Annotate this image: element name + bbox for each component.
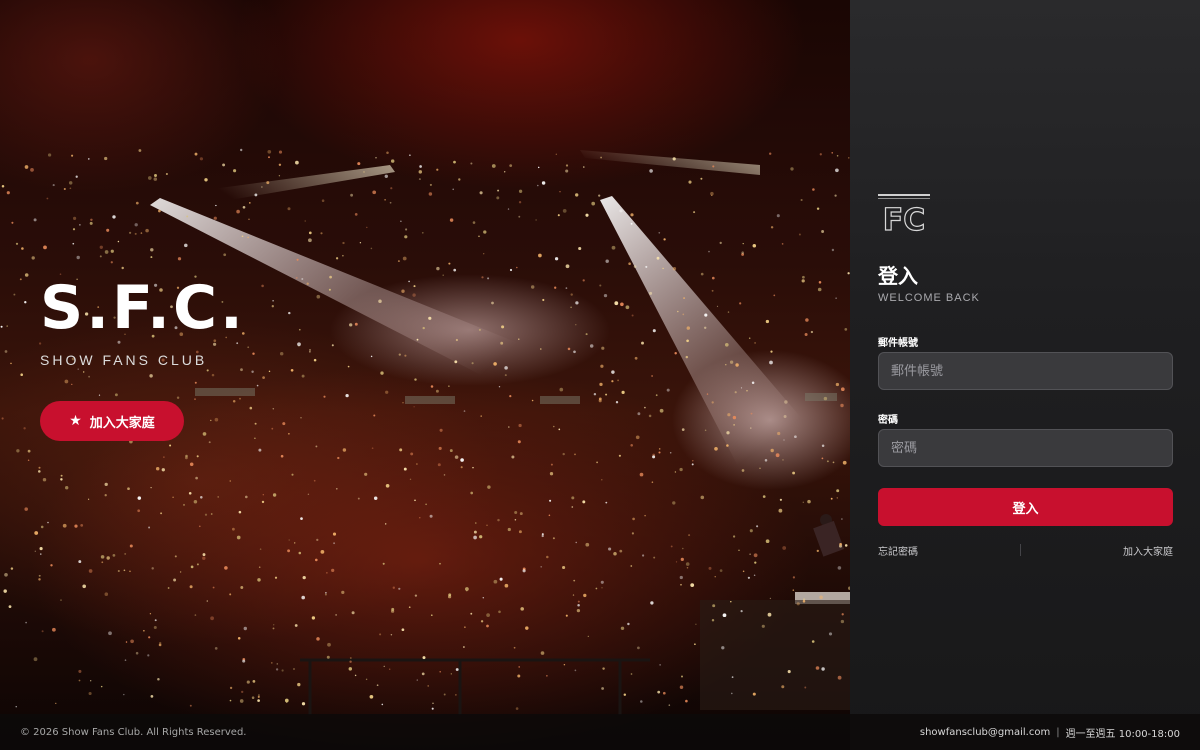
footer-contact: showfansclub@gmail.com | 週一至週五 10:00-18:… [920,725,1180,740]
brand-subtitle: SHOW FANS CLUB [40,352,208,368]
business-hours: 週一至週五 10:00-18:00 [1065,728,1180,740]
spotlight-beam [200,165,395,205]
login-title: 登入 [878,264,918,288]
copyright-text: © 2026 Show Fans Club. All Rights Reserv… [20,726,247,738]
exit-sign [195,388,255,396]
link-divider [1020,544,1021,556]
brand-block: S.F.C. SHOW FANS CLUB [40,278,246,368]
password-label: 密碼 [878,415,898,426]
join-family-link[interactable]: 加入大家庭 [1123,543,1173,558]
join-family-label: 加入大家庭 [89,415,155,431]
email-label: 郵件帳號 [878,338,918,349]
concert-background-image [0,148,850,715]
exit-sign [405,396,455,404]
exit-sign [540,396,580,404]
fc-logo: FC [878,194,930,236]
hero-section: S.F.C. SHOW FANS CLUB ★ 加入大家庭 [0,0,850,750]
password-field[interactable] [878,429,1173,467]
exit-sign [805,393,837,401]
stage-floor [700,600,850,710]
svg-text:FC: FC [883,203,926,236]
star-icon: ★ [69,413,82,429]
login-subtitle: WELCOME BACK [878,292,980,304]
email-field[interactable] [878,352,1173,390]
footer-separator: | [1056,726,1060,738]
footer: © 2026 Show Fans Club. All Rights Reserv… [0,714,1200,750]
spotlight-beam [600,196,820,470]
join-family-button[interactable]: ★ 加入大家庭 [40,401,184,441]
brand-title: S.F.C. [40,273,246,343]
contact-email[interactable]: showfansclub@gmail.com [920,727,1050,738]
login-button[interactable]: 登入 [878,488,1173,526]
spotlight-beam [580,150,760,175]
forgot-password-link[interactable]: 忘記密碼 [878,543,918,558]
login-panel: FC 登入 WELCOME BACK 郵件帳號 密碼 登入 忘記密碼 加入大家庭 [850,0,1200,750]
